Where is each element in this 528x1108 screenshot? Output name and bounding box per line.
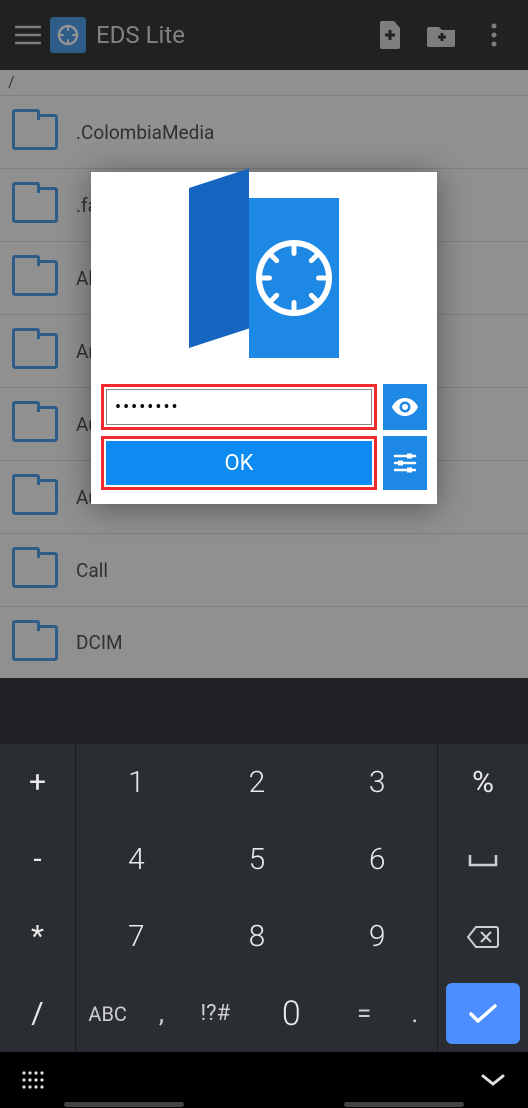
keyboard-grid-button[interactable] — [22, 1071, 46, 1089]
key-equals[interactable]: = — [336, 999, 393, 1029]
key-6[interactable]: 6 — [317, 821, 438, 898]
show-password-button[interactable] — [383, 384, 427, 430]
key-7[interactable]: 7 — [76, 898, 197, 975]
tune-icon — [393, 451, 417, 475]
key-9[interactable]: 9 — [317, 898, 438, 975]
key-3[interactable]: 3 — [317, 744, 438, 821]
key-symbols[interactable]: !?# — [184, 1001, 247, 1026]
keyboard-suggestion-bar[interactable] — [0, 678, 528, 744]
ok-highlight: OK — [101, 436, 377, 490]
key-slash[interactable]: / — [0, 975, 76, 1052]
key-percent[interactable]: % — [438, 744, 528, 821]
key-minus[interactable]: - — [0, 821, 76, 898]
password-input[interactable] — [106, 389, 372, 425]
password-dialog: OK — [91, 172, 437, 504]
key-asterisk[interactable]: * — [0, 898, 76, 975]
key-abc[interactable]: ABC — [76, 1002, 139, 1026]
chevron-down-icon — [480, 1073, 506, 1087]
soft-keyboard: + 1 2 3 % - 4 5 6 * 7 8 9 / ABC , !?# 0 … — [0, 678, 528, 1108]
key-plus[interactable]: + — [0, 744, 76, 821]
keyboard-bottom-bar — [0, 1052, 528, 1108]
key-backspace[interactable] — [438, 898, 528, 975]
eye-icon — [392, 398, 418, 416]
key-enter[interactable] — [446, 983, 520, 1044]
key-2[interactable]: 2 — [197, 744, 318, 821]
key-8[interactable]: 8 — [197, 898, 318, 975]
ok-button[interactable]: OK — [106, 441, 372, 485]
vault-logo-icon — [189, 198, 339, 358]
grid-icon — [22, 1071, 46, 1089]
key-5[interactable]: 5 — [197, 821, 318, 898]
key-comma[interactable]: , — [139, 999, 183, 1029]
key-space[interactable] — [438, 821, 528, 898]
space-icon — [468, 853, 498, 867]
key-1[interactable]: 1 — [76, 744, 197, 821]
system-nav-bar — [0, 1102, 528, 1107]
key-0[interactable]: 0 — [247, 994, 336, 1034]
backspace-icon — [466, 925, 500, 949]
key-dot[interactable]: . — [393, 999, 437, 1029]
check-icon — [468, 1003, 498, 1025]
key-4[interactable]: 4 — [76, 821, 197, 898]
password-highlight — [101, 384, 377, 430]
keyboard-collapse-button[interactable] — [480, 1073, 506, 1087]
settings-button[interactable] — [383, 436, 427, 490]
